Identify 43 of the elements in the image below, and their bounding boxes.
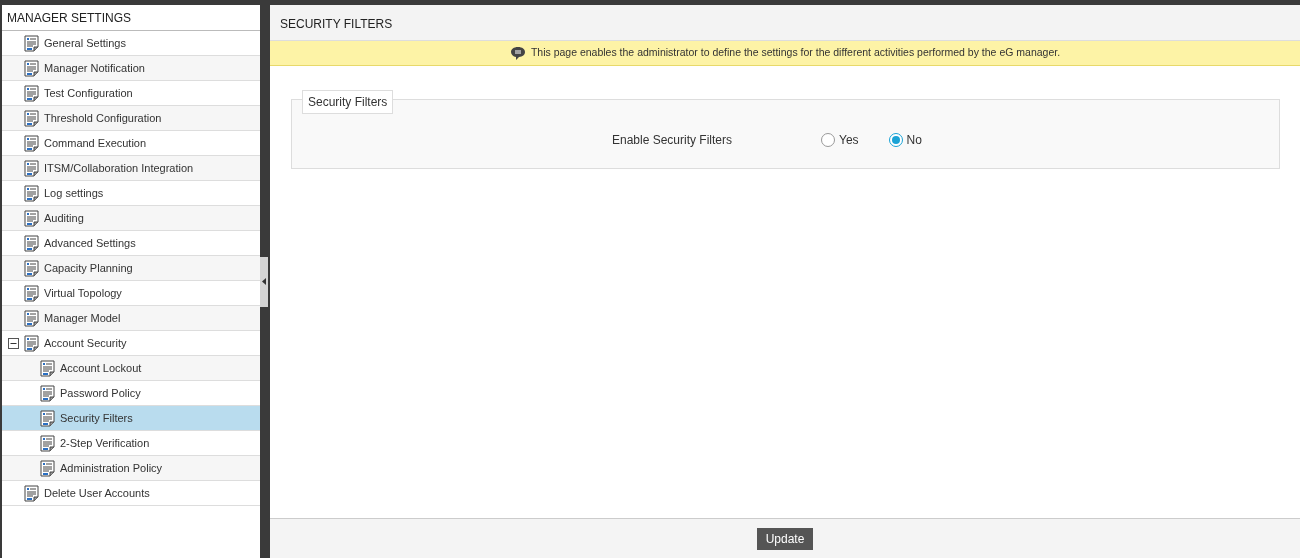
field-label: Enable Security Filters bbox=[610, 132, 732, 149]
speech-bubble-icon bbox=[509, 45, 526, 61]
sidebar-item[interactable]: Administration Policy bbox=[2, 456, 260, 481]
document-icon bbox=[24, 84, 39, 102]
collapse-handle[interactable] bbox=[260, 256, 268, 307]
document-icon bbox=[24, 484, 39, 502]
sidebar-title: MANAGER SETTINGS bbox=[2, 5, 260, 31]
document-icon bbox=[40, 384, 55, 402]
sidebar-item[interactable]: Delete User Accounts bbox=[2, 481, 260, 506]
sidebar-item[interactable]: Auditing bbox=[2, 206, 260, 231]
sidebar-item[interactable]: Security Filters bbox=[2, 406, 260, 431]
document-icon bbox=[24, 109, 39, 127]
notice-text: This page enables the administrator to define the settings for the different activities performed by the eG manager. bbox=[530, 45, 1061, 61]
collapse-icon[interactable] bbox=[8, 337, 19, 349]
document-icon bbox=[24, 34, 39, 52]
sidebar-item[interactable]: ITSM/Collaboration Integration bbox=[2, 156, 260, 181]
document-icon bbox=[40, 434, 55, 452]
document-icon bbox=[24, 134, 39, 152]
sidebar-item[interactable]: Threshold Configuration bbox=[2, 106, 260, 131]
radio-button[interactable] bbox=[821, 133, 835, 147]
sidebar-item[interactable]: Manager Notification bbox=[2, 56, 260, 81]
fieldset-legend: Security Filters bbox=[302, 90, 394, 114]
document-icon bbox=[24, 334, 39, 352]
document-icon bbox=[24, 309, 39, 327]
document-icon bbox=[24, 184, 39, 202]
document-icon bbox=[40, 409, 55, 427]
update-button[interactable]: Update bbox=[756, 527, 814, 550]
sidebar-item[interactable]: Capacity Planning bbox=[2, 256, 260, 281]
document-icon bbox=[24, 234, 39, 252]
document-icon bbox=[40, 459, 55, 477]
document-icon bbox=[24, 59, 39, 77]
page-title: SECURITY FILTERS bbox=[270, 5, 1300, 41]
radio-option[interactable]: Yes bbox=[821, 131, 859, 149]
document-icon bbox=[24, 259, 39, 277]
document-icon bbox=[24, 209, 39, 227]
document-icon bbox=[24, 284, 39, 302]
sidebar-item[interactable]: Account Lockout bbox=[2, 356, 260, 381]
radio-button[interactable] bbox=[888, 133, 903, 147]
radio-option[interactable]: No bbox=[888, 131, 922, 149]
document-icon bbox=[40, 359, 55, 377]
sidebar-item[interactable]: Manager Model bbox=[2, 306, 260, 331]
document-icon bbox=[24, 159, 39, 177]
chevron-left-icon bbox=[261, 278, 267, 285]
